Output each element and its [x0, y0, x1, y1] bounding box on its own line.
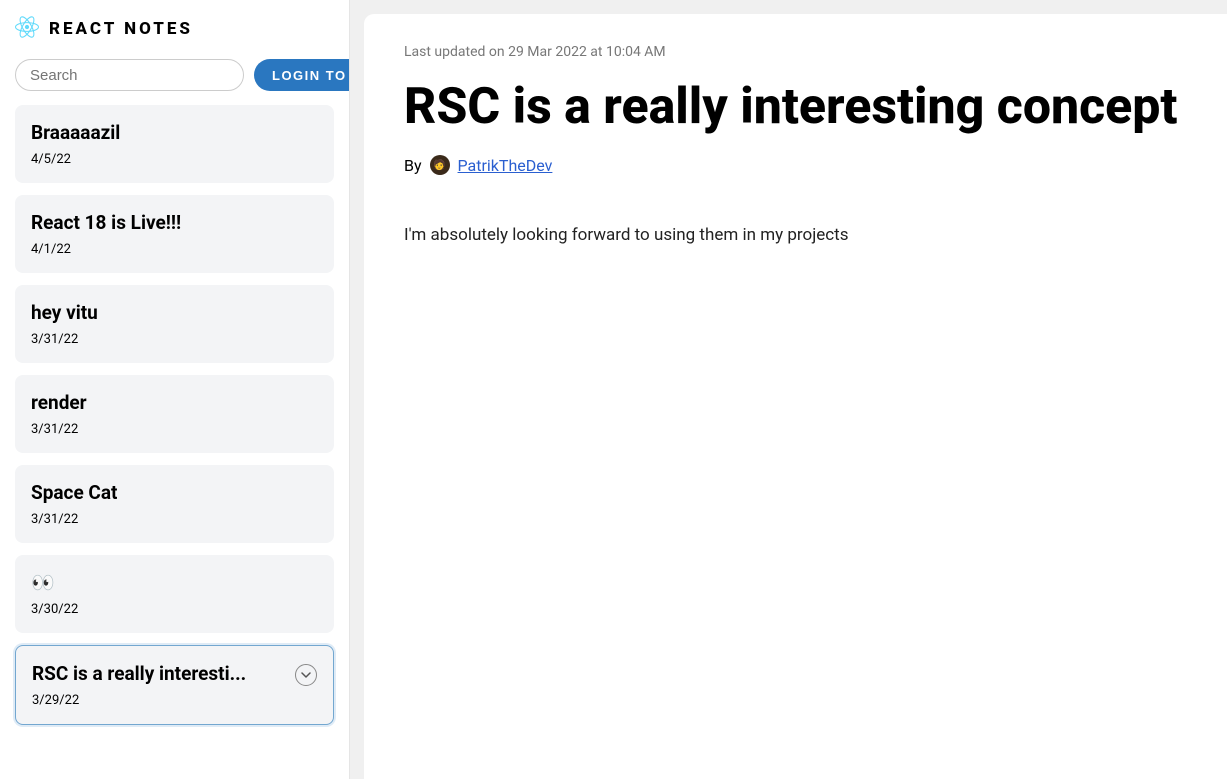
- note-date: 4/1/22: [31, 242, 318, 257]
- note-item[interactable]: Braaaaazil 4/5/22: [15, 105, 334, 183]
- note-body: I'm absolutely looking forward to using …: [404, 225, 1187, 245]
- note-heading: RSC is a really interesting concept: [404, 80, 1187, 135]
- note-list: Braaaaazil 4/5/22 React 18 is Live!!! 4/1/2…: [15, 105, 334, 725]
- note-item[interactable]: hey vitu 3/31/22: [15, 285, 334, 363]
- note-item[interactable]: React 18 is Live!!! 4/1/22: [15, 195, 334, 273]
- note-date: 3/30/22: [31, 602, 318, 617]
- note-date: 3/31/22: [31, 512, 318, 527]
- chevron-down-icon[interactable]: [295, 664, 317, 686]
- note-title-row: render: [31, 391, 318, 422]
- note-title: React 18 is Live!!!: [31, 211, 181, 234]
- by-label: By: [404, 156, 422, 175]
- sidebar: REACT NOTES LOGIN TO ADD Braaaaazil 4/5/2…: [0, 0, 350, 779]
- note-item[interactable]: Space Cat 3/31/22: [15, 465, 334, 543]
- detail-panel: Last updated on 29 Mar 2022 at 10:04 AM …: [364, 14, 1227, 779]
- note-title-row: hey vitu: [31, 301, 318, 332]
- note-item[interactable]: render 3/31/22: [15, 375, 334, 453]
- note-date: 3/31/22: [31, 332, 318, 347]
- react-logo-icon: [15, 15, 39, 43]
- note-title: Space Cat: [31, 481, 117, 504]
- note-title-row: React 18 is Live!!!: [31, 211, 318, 242]
- author-link[interactable]: PatrikTheDev: [458, 156, 553, 175]
- note-title-row: Braaaaazil: [31, 121, 318, 152]
- note-title-row: Space Cat: [31, 481, 318, 512]
- note-date: 3/29/22: [32, 693, 317, 708]
- note-title-row: 👀: [31, 571, 318, 602]
- brand-title: REACT NOTES: [49, 19, 193, 39]
- login-button[interactable]: LOGIN TO ADD: [254, 59, 350, 91]
- last-updated: Last updated on 29 Mar 2022 at 10:04 AM: [404, 44, 1187, 60]
- avatar: 🧑: [430, 155, 450, 175]
- note-title: Braaaaazil: [31, 121, 120, 144]
- brand: REACT NOTES: [15, 15, 334, 43]
- note-date: 4/5/22: [31, 152, 318, 167]
- note-title: hey vitu: [31, 301, 98, 324]
- note-item[interactable]: RSC is a really interesti... 3/29/22: [15, 645, 334, 725]
- controls: LOGIN TO ADD: [15, 59, 334, 91]
- byline: By 🧑 PatrikTheDev: [404, 155, 1187, 175]
- note-title: RSC is a really interesti...: [32, 662, 246, 685]
- note-title: 👀: [31, 571, 55, 594]
- note-date: 3/31/22: [31, 422, 318, 437]
- search-input[interactable]: [15, 59, 244, 91]
- note-item[interactable]: 👀 3/30/22: [15, 555, 334, 633]
- note-title: render: [31, 391, 87, 414]
- note-title-row: RSC is a really interesti...: [32, 662, 317, 693]
- main: Last updated on 29 Mar 2022 at 10:04 AM …: [350, 0, 1227, 779]
